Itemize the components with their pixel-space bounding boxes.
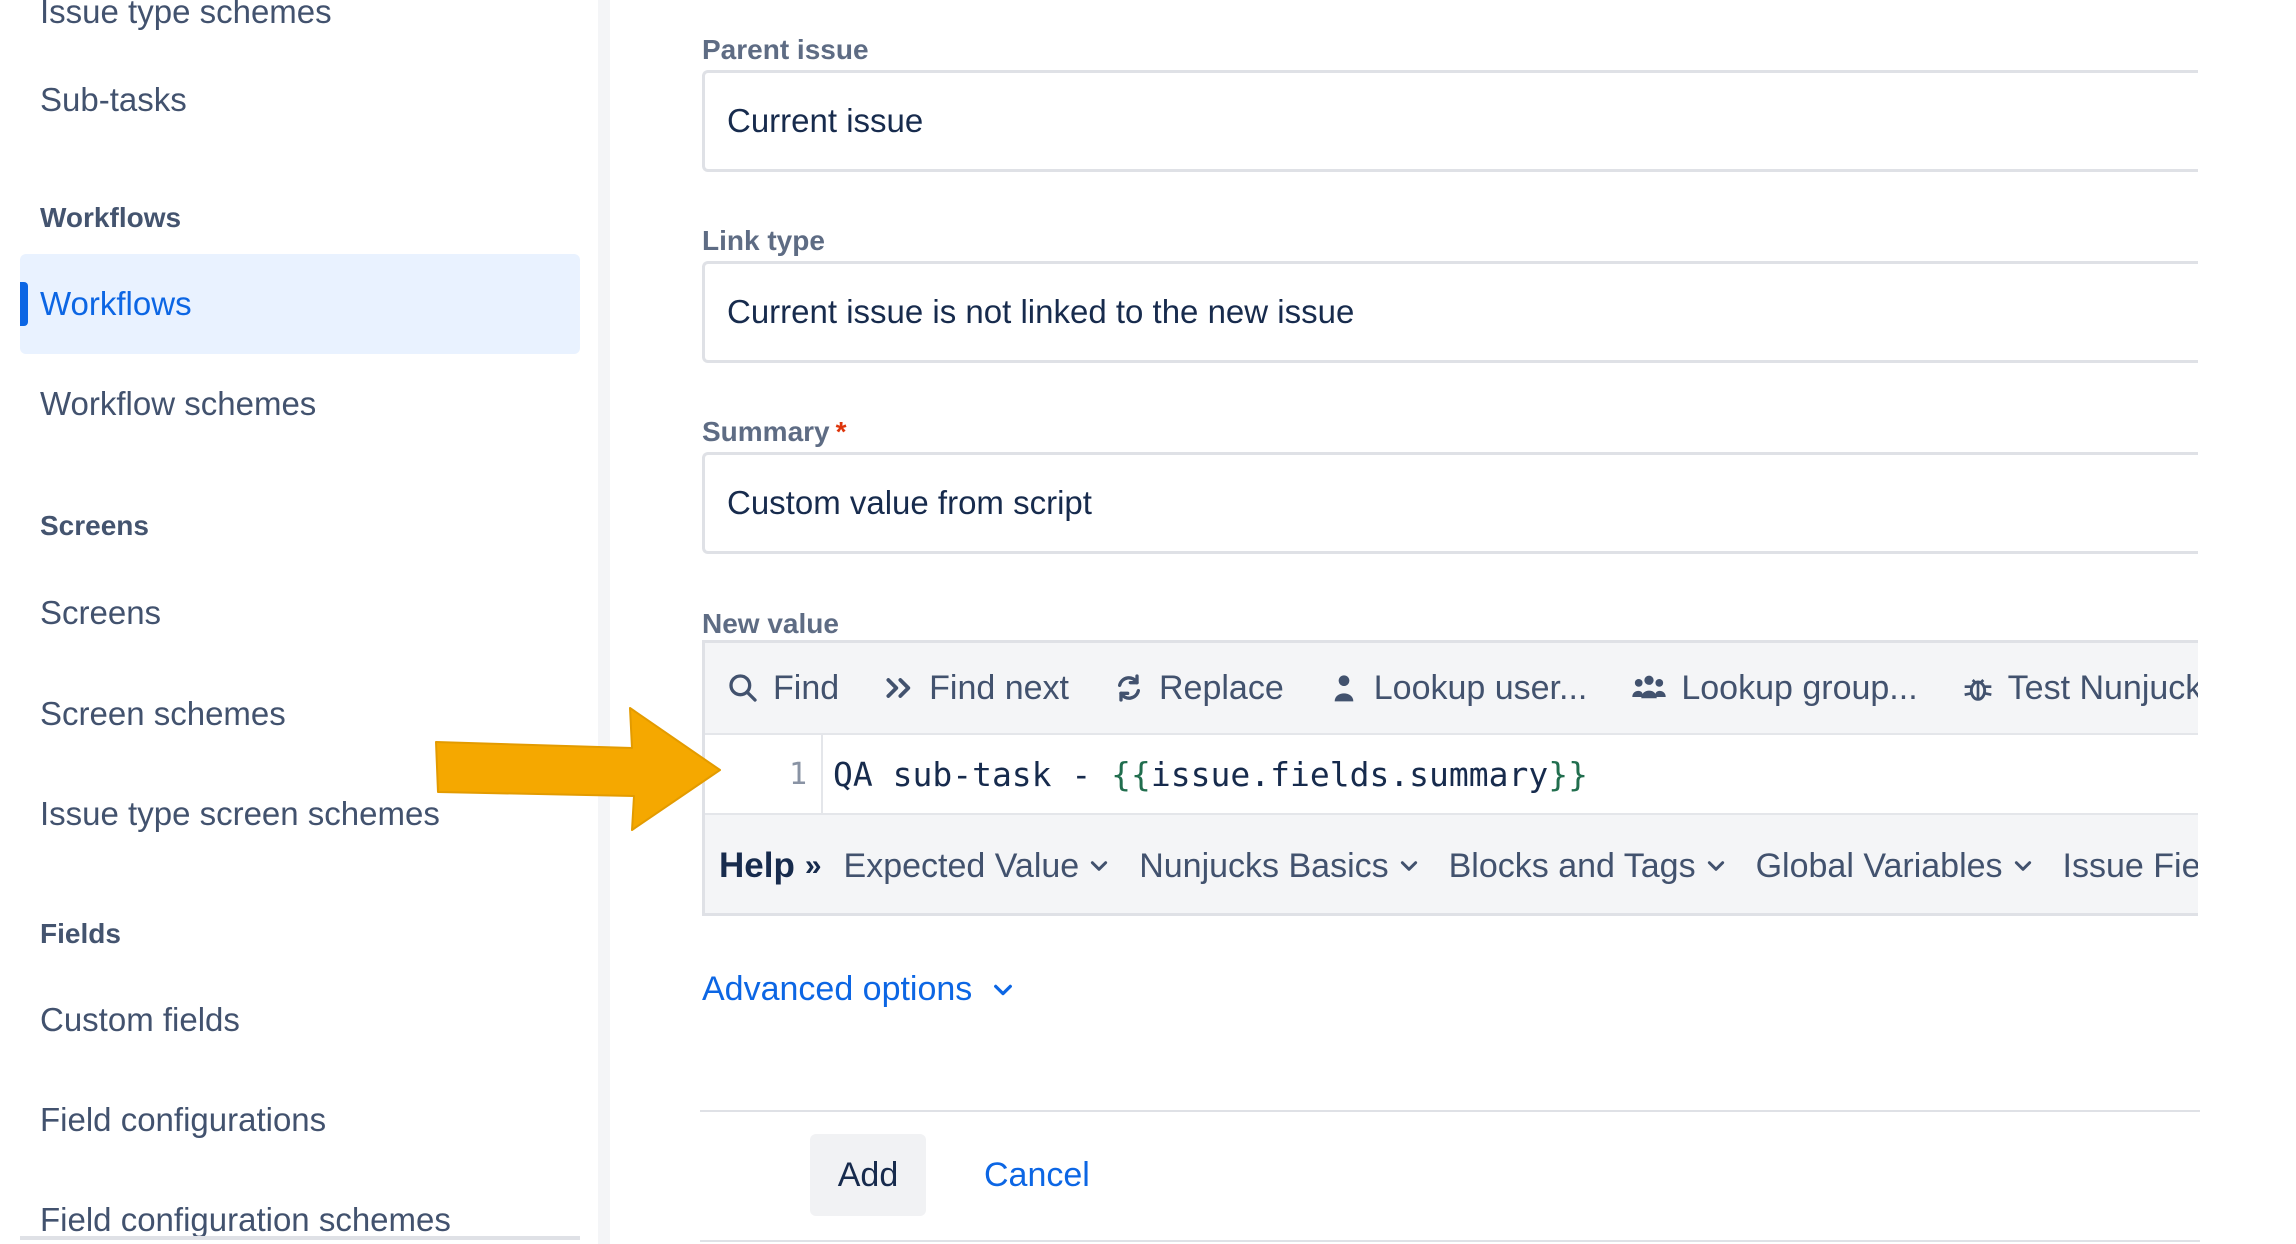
find-next-label: Find next <box>929 668 1069 707</box>
sidebar-item-screens[interactable]: Screens <box>20 563 580 663</box>
help-item-label: Nunjucks Basics <box>1139 846 1389 885</box>
new-value-editor: Find Find next Replace Lookup user... Lo… <box>702 640 2198 916</box>
replace-button[interactable]: Replace <box>1113 669 1284 708</box>
summary-value: Custom value from script <box>727 484 1092 521</box>
help-item-label: Global Variables <box>1755 846 2003 885</box>
lookup-user-label: Lookup user... <box>1373 668 1588 707</box>
link-type-label: Link type <box>702 225 825 256</box>
advanced-options-toggle[interactable]: Advanced options <box>702 970 1014 1009</box>
sidebar-item-label: Issue type screen schemes <box>40 795 440 832</box>
summary-label: Summary * <box>702 416 847 448</box>
code-open-brace: {{ <box>1111 754 1151 794</box>
sidebar-item-subtasks[interactable]: Sub-tasks <box>20 50 580 150</box>
user-icon <box>1334 675 1354 702</box>
sidebar-item-label: Custom fields <box>40 1001 240 1038</box>
line-number: 1 <box>705 735 823 813</box>
chevron-down-icon <box>1091 861 1108 871</box>
find-next-button[interactable]: Find next <box>883 669 1069 708</box>
chevron-down-icon <box>994 984 1013 995</box>
code-input[interactable]: 1 QA sub-task - {{issue.fields.summary}} <box>705 735 2198 815</box>
required-marker: * <box>835 416 847 447</box>
chevron-down-icon <box>1400 861 1417 871</box>
double-chevron-right-icon <box>886 678 911 698</box>
sidebar-heading-workflows: Workflows <box>40 202 182 233</box>
link-type-value: Current issue is not linked to the new i… <box>727 293 1355 330</box>
test-nunjucks-button[interactable]: Test Nunjucks <box>1962 669 2198 708</box>
parent-issue-select[interactable]: Current issue <box>702 70 2198 172</box>
help-global-variables[interactable]: Global Variables <box>1756 847 2033 886</box>
sidebar-item-field-configurations[interactable]: Field configurations <box>20 1070 580 1170</box>
test-nunjucks-label: Test Nunjucks <box>2007 668 2198 707</box>
link-type-select[interactable]: Current issue is not linked to the new i… <box>702 261 2198 363</box>
help-nunjucks-basics[interactable]: Nunjucks Basics <box>1139 847 1418 886</box>
form-divider <box>700 1110 2200 1112</box>
new-value-label: New value <box>702 608 839 639</box>
annotation-arrow-icon <box>435 707 721 831</box>
lookup-user-button[interactable]: Lookup user... <box>1328 668 1588 708</box>
help-blocks-and-tags[interactable]: Blocks and Tags <box>1449 847 1726 886</box>
sidebar-item-workflow-schemes[interactable]: Workflow schemes <box>20 354 580 454</box>
help-item-label: Expected Value <box>843 846 1080 885</box>
help-item-label: Blocks and Tags <box>1448 846 1696 885</box>
users-icon <box>1632 675 1667 699</box>
add-button[interactable]: Add <box>810 1134 926 1216</box>
sidebar-item-label: Screen schemes <box>40 695 286 732</box>
parent-issue-value: Current issue <box>727 102 924 139</box>
refresh-icon <box>1118 674 1140 702</box>
sidebar-heading-fields: Fields <box>40 918 121 949</box>
help-expected-value[interactable]: Expected Value <box>844 847 1110 886</box>
help-issue-fields[interactable]: Issue Fields <box>2063 847 2198 886</box>
replace-label: Replace <box>1159 668 1284 707</box>
sidebar-item-label: Workflows <box>40 285 192 322</box>
summary-label-text: Summary <box>702 416 830 447</box>
code-text: QA sub-task - <box>833 754 1112 794</box>
sidebar-item-label: Screens <box>40 594 162 631</box>
find-label: Find <box>773 668 840 707</box>
sidebar-item-label: Field configurations <box>40 1101 327 1138</box>
chevron-down-icon <box>1707 861 1724 871</box>
sidebar-bottom-divider <box>20 1236 580 1240</box>
find-button[interactable]: Find <box>727 669 839 708</box>
code-expression: issue.fields.summary <box>1150 754 1549 794</box>
help-separator-icon: » <box>804 849 822 882</box>
bug-icon <box>1964 679 1992 701</box>
chevron-down-icon <box>2014 861 2031 871</box>
footer-divider <box>700 1240 2200 1242</box>
help-title: Help <box>719 846 795 885</box>
summary-select[interactable]: Custom value from script <box>702 452 2198 554</box>
sidebar-heading-screens: Screens <box>40 510 149 541</box>
lookup-group-label: Lookup group... <box>1681 668 1918 707</box>
parent-issue-label: Parent issue <box>702 34 869 65</box>
sidebar-item-workflows[interactable]: Workflows <box>20 254 580 354</box>
advanced-options-label: Advanced options <box>702 970 973 1008</box>
sidebar-item-custom-fields[interactable]: Custom fields <box>20 970 580 1070</box>
sidebar-item-label: Workflow schemes <box>40 385 317 422</box>
sidebar-divider <box>598 0 610 1244</box>
search-icon <box>729 674 757 702</box>
sidebar-item-label: Field configuration schemes <box>40 1201 451 1238</box>
lookup-group-button[interactable]: Lookup group... <box>1631 668 1918 708</box>
sidebar-item-label: Sub-tasks <box>40 81 187 118</box>
code-line[interactable]: QA sub-task - {{issue.fields.summary}} <box>823 755 1588 794</box>
editor-toolbar: Find Find next Replace Lookup user... Lo… <box>705 643 2198 735</box>
code-close-brace: }} <box>1548 754 1589 794</box>
admin-sidebar: Issue type schemes Sub-tasks Workflows W… <box>0 0 600 1244</box>
sidebar-item-field-configuration-schemes[interactable]: Field configuration schemes <box>20 1170 580 1244</box>
help-item-label: Issue Fields <box>2062 846 2198 885</box>
help-bar: Help » Expected Value Nunjucks Basics Bl… <box>705 815 2198 917</box>
sidebar-item-label: Issue type schemes <box>40 0 332 30</box>
cancel-link[interactable]: Cancel <box>984 1134 1090 1216</box>
